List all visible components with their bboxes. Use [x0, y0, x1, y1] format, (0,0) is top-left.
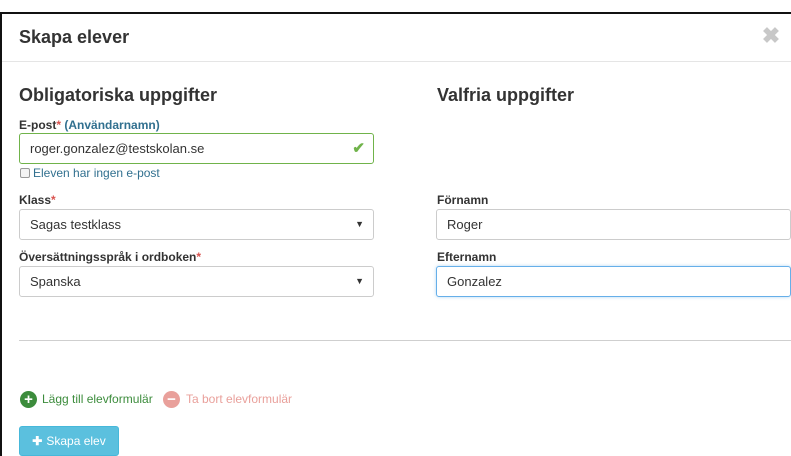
- language-selected-value: Spanska: [30, 274, 81, 289]
- modal-title: Skapa elever: [19, 27, 130, 47]
- last-name-value: Gonzalez: [447, 274, 502, 289]
- required-section-title: Obligatoriska uppgifter: [19, 85, 218, 105]
- last-name-label: Efternamn: [437, 250, 497, 264]
- first-name-value: Roger: [447, 217, 483, 232]
- language-select[interactable]: Spanska ▼: [19, 266, 374, 297]
- create-student-label: Skapa elev: [46, 434, 106, 448]
- class-label: Klass*: [19, 193, 56, 207]
- add-student-form-link[interactable]: Lägg till elevformulär: [42, 392, 153, 406]
- required-marker: *: [196, 250, 202, 264]
- email-input[interactable]: roger.gonzalez@testskolan.se ✔: [19, 133, 374, 164]
- check-icon: ✔: [352, 140, 365, 157]
- close-icon[interactable]: ✖: [760, 25, 782, 47]
- chevron-down-icon: ▼: [355, 219, 364, 229]
- window-top-border: [0, 12, 791, 14]
- plus-circle-icon[interactable]: +: [20, 391, 37, 408]
- email-value: roger.gonzalez@testskolan.se: [30, 141, 205, 156]
- footer-divider: [19, 340, 791, 341]
- optional-section-title: Valfria uppgifter: [437, 85, 575, 105]
- first-name-label: Förnamn: [437, 193, 489, 207]
- window-left-border: [0, 12, 2, 456]
- create-student-button[interactable]: ✚ Skapa elev: [19, 426, 119, 456]
- plus-icon: ✚: [32, 434, 43, 448]
- email-label-text: E-post: [19, 118, 57, 132]
- remove-student-form-link[interactable]: Ta bort elevformulär: [186, 392, 292, 406]
- header-divider: [2, 61, 791, 62]
- minus-circle-icon[interactable]: −: [163, 391, 180, 408]
- language-label: Översättningsspråk i ordboken*: [19, 250, 201, 264]
- language-label-text: Översättningsspråk i ordboken: [19, 250, 197, 264]
- first-name-input[interactable]: Roger: [436, 209, 791, 240]
- class-select[interactable]: Sagas testklass ▼: [19, 209, 374, 240]
- required-marker: *: [51, 193, 56, 207]
- class-selected-value: Sagas testklass: [30, 217, 122, 232]
- email-label: E-post* (Användarnamn): [19, 118, 160, 132]
- no-email-checkbox[interactable]: [20, 168, 30, 178]
- required-marker: *: [56, 118, 62, 132]
- class-label-text: Klass: [19, 193, 52, 207]
- chevron-down-icon: ▼: [355, 276, 364, 286]
- last-name-input[interactable]: Gonzalez: [436, 266, 791, 297]
- username-hint: (Användarnamn): [64, 118, 160, 132]
- no-email-checkbox-label[interactable]: Eleven har ingen e-post: [33, 166, 160, 180]
